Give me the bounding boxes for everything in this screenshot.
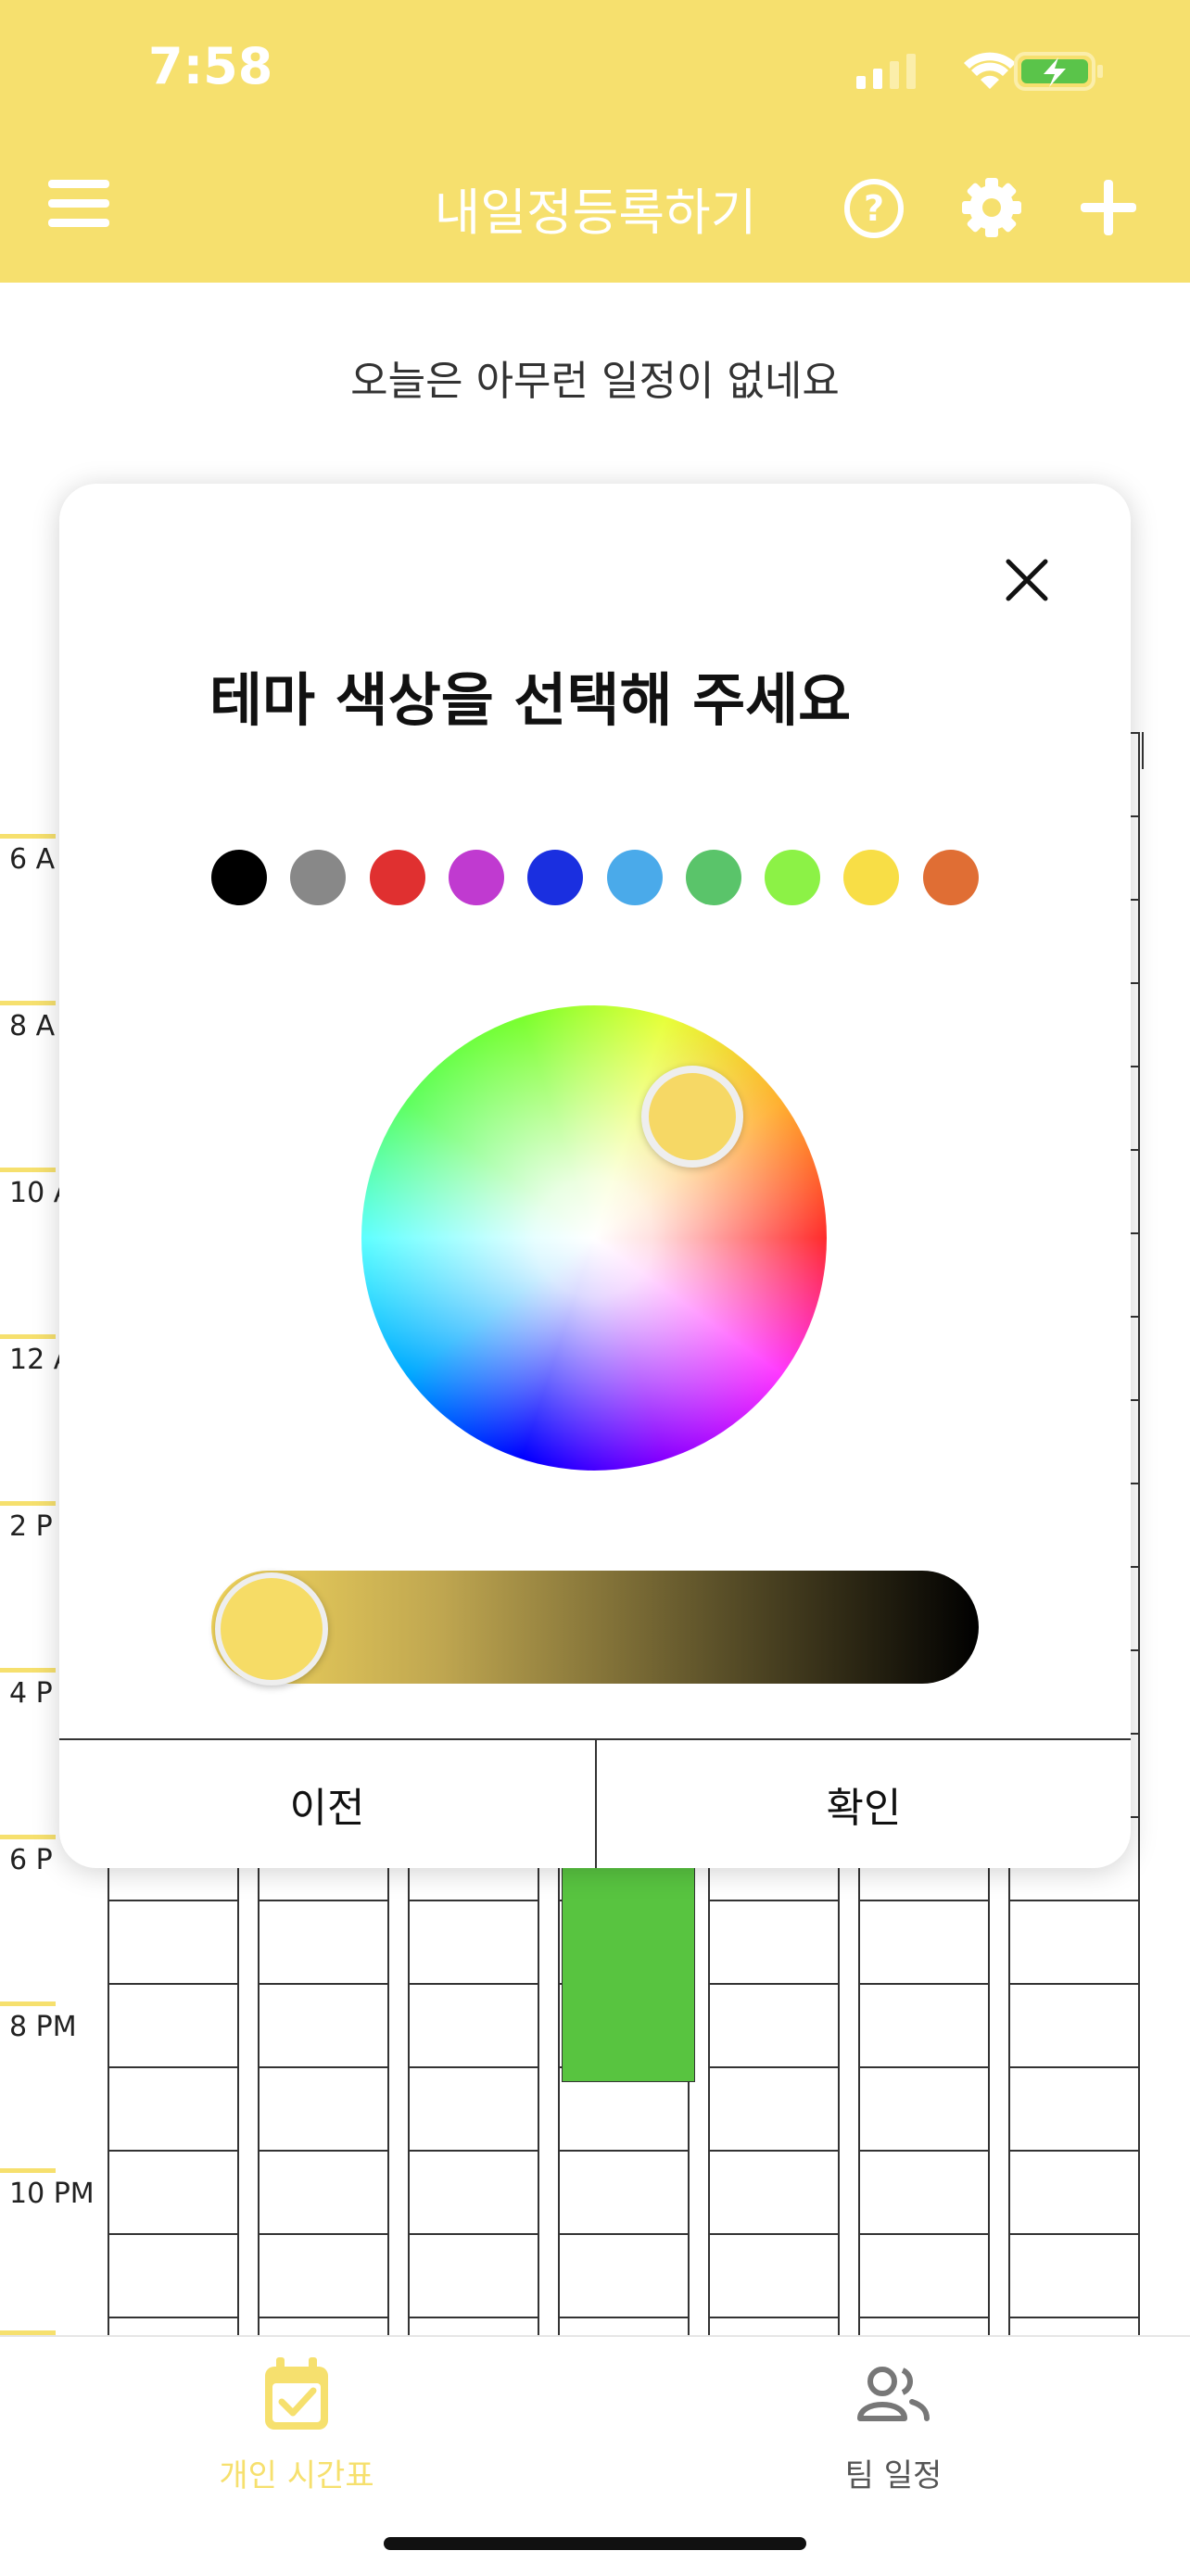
- confirm-button[interactable]: 확인: [597, 1740, 1131, 1868]
- time-marker: [0, 2001, 56, 2006]
- time-marker: [0, 1835, 56, 1839]
- settings-button[interactable]: [960, 176, 1023, 239]
- grid-line: [410, 2317, 538, 2318]
- color-swatch[interactable]: [923, 850, 979, 905]
- prev-button[interactable]: 이전: [59, 1740, 595, 1868]
- grid-line: [560, 2150, 688, 2152]
- time-marker: [0, 1168, 56, 1172]
- grid-line: [109, 1983, 237, 1985]
- grid-line: [1010, 1900, 1138, 1901]
- svg-text:?: ?: [864, 188, 884, 229]
- time-label: 4 P: [9, 1677, 53, 1710]
- time-label: 2 P: [9, 1510, 53, 1543]
- tab-label: 팀 일정: [844, 2457, 943, 2494]
- time-marker: [0, 1668, 56, 1673]
- color-wheel[interactable]: [361, 1005, 827, 1471]
- grid-line: [860, 2150, 988, 2152]
- color-swatch[interactable]: [765, 850, 820, 905]
- grid-line: [109, 2066, 237, 2068]
- schedule-block[interactable]: [562, 1867, 695, 2082]
- tab-personal-timetable[interactable]: 개인 시간표: [204, 2354, 389, 2520]
- time-marker: [0, 1501, 56, 1506]
- plus-icon: [1081, 180, 1136, 235]
- grid-line: [260, 2233, 387, 2235]
- grid-line: [260, 1983, 387, 1985]
- grid-line: [1010, 2066, 1138, 2068]
- grid-line: [1010, 2150, 1138, 2152]
- grid-line: [410, 1983, 538, 1985]
- calendar-check-icon: [265, 2357, 328, 2430]
- grid-line: [1010, 2317, 1138, 2318]
- grid-line: [710, 2317, 838, 2318]
- grid-line: [710, 2233, 838, 2235]
- grid-line: [410, 2066, 538, 2068]
- hamburger-icon: [48, 180, 109, 227]
- home-indicator: [384, 2537, 806, 2550]
- grid-line: [710, 1900, 838, 1901]
- color-swatch[interactable]: [290, 850, 346, 905]
- grid-line: [1142, 732, 1144, 769]
- status-icons: [856, 52, 1103, 91]
- menu-button[interactable]: [48, 178, 113, 230]
- grid-line: [1010, 1983, 1138, 1985]
- add-button[interactable]: [1079, 178, 1138, 237]
- color-swatch[interactable]: [370, 850, 425, 905]
- grid-line: [860, 1983, 988, 1985]
- time-label: 10 PM: [9, 2178, 95, 2210]
- help-circle-icon: ?: [844, 179, 904, 238]
- signal-icon: [856, 54, 916, 89]
- time-label: 6 A: [9, 843, 56, 876]
- color-swatch[interactable]: [211, 850, 267, 905]
- grid-line: [260, 2066, 387, 2068]
- color-swatch[interactable]: [527, 850, 583, 905]
- time-label: 8 A: [9, 1010, 56, 1042]
- page-title: 내일정등록하기: [434, 183, 757, 242]
- no-schedule-notice: 오늘은 아무런 일정이 없네요: [350, 358, 840, 405]
- grid-line: [410, 2233, 538, 2235]
- color-swatch[interactable]: [686, 850, 741, 905]
- grid-line: [260, 2317, 387, 2318]
- gear-icon: [962, 178, 1021, 237]
- close-icon: [1006, 559, 1048, 601]
- brightness-slider-handle[interactable]: [215, 1572, 328, 1686]
- time-marker: [0, 1334, 56, 1339]
- grid-line: [710, 1983, 838, 1985]
- dialog-title: 테마 색상을 선택해 주세요: [209, 666, 852, 734]
- tab-team-schedule[interactable]: 팀 일정: [801, 2354, 986, 2520]
- color-swatch[interactable]: [607, 850, 663, 905]
- status-time: 7:58: [148, 37, 273, 95]
- time-marker: [0, 1001, 56, 1005]
- close-button[interactable]: [1001, 554, 1053, 606]
- grid-line: [710, 2066, 838, 2068]
- people-icon: [857, 2367, 930, 2421]
- time-label: 8 PM: [9, 2011, 77, 2043]
- color-swatch[interactable]: [449, 850, 504, 905]
- grid-line: [710, 2150, 838, 2152]
- color-wheel-handle[interactable]: [641, 1066, 743, 1168]
- grid-line: [1010, 2233, 1138, 2235]
- grid-line: [109, 2233, 237, 2235]
- grid-line: [109, 1900, 237, 1901]
- grid-line: [560, 2317, 688, 2318]
- grid-line: [109, 2150, 237, 2152]
- grid-line: [860, 2317, 988, 2318]
- grid-line: [260, 2150, 387, 2152]
- grid-line: [410, 2150, 538, 2152]
- grid-line: [860, 2233, 988, 2235]
- time-label: 6 P: [9, 1844, 53, 1876]
- grid-line: [109, 2317, 237, 2318]
- grid-line: [410, 1900, 538, 1901]
- grid-line: [860, 2066, 988, 2068]
- color-swatch[interactable]: [843, 850, 899, 905]
- time-marker: [0, 834, 56, 839]
- grid-line: [560, 2233, 688, 2235]
- wifi-icon: [964, 52, 1016, 89]
- grid-line: [260, 1900, 387, 1901]
- battery-icon: [1014, 52, 1103, 91]
- tab-label: 개인 시간표: [219, 2457, 374, 2494]
- help-button[interactable]: ?: [843, 178, 905, 239]
- time-marker: [0, 2168, 56, 2173]
- grid-line: [860, 1900, 988, 1901]
